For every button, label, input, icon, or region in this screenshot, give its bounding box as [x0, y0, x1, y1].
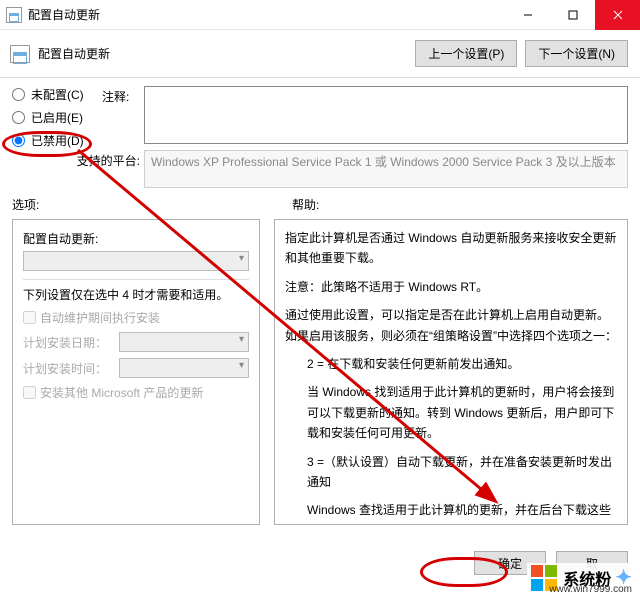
- platform-label: 支持的平台:: [72, 150, 144, 188]
- section-labels: 选项: 帮助:: [0, 192, 640, 213]
- configure-update-select[interactable]: [23, 251, 249, 271]
- options-panel: 配置自动更新: 下列设置仅在选中 4 时才需要和适用。 自动维护期间执行安装 计…: [12, 219, 260, 525]
- help-p4: 2 = 在下载和安装任何更新前发出通知。: [285, 354, 617, 374]
- options-label: 选项:: [12, 196, 272, 213]
- radio-disabled-label: 已禁用(D): [31, 132, 84, 149]
- minimize-button[interactable]: [505, 0, 550, 30]
- radio-not-configured-label: 未配置(C): [31, 86, 84, 103]
- radio-disabled-input[interactable]: [12, 134, 25, 147]
- help-p6: 3 =（默认设置）自动下载更新，并在准备安装更新时发出通知: [285, 452, 617, 493]
- plan-date-select[interactable]: [119, 332, 249, 352]
- maximize-button[interactable]: [550, 0, 595, 30]
- plan-time-label: 计划安装时间：: [23, 360, 113, 377]
- radio-not-configured-input[interactable]: [12, 88, 25, 101]
- radio-enabled-input[interactable]: [12, 111, 25, 124]
- next-setting-button[interactable]: 下一个设置(N): [525, 40, 628, 67]
- policy-icon: [10, 45, 30, 63]
- close-button[interactable]: [595, 0, 640, 30]
- previous-setting-button[interactable]: 上一个设置(P): [415, 40, 517, 67]
- help-p2: 注意：此策略不适用于 Windows RT。: [285, 277, 617, 297]
- watermark-url: www.win7999.com: [549, 584, 632, 595]
- auto-maintenance-label: 自动维护期间执行安装: [40, 309, 160, 326]
- help-p3: 通过使用此设置，可以指定是否在此计算机上启用自动更新。如果启用该服务，则必须在“…: [285, 305, 617, 346]
- help-p5: 当 Windows 找到适用于此计算机的更新时，用户将会接到可以下载更新的通知。…: [285, 382, 617, 443]
- radio-not-configured[interactable]: 未配置(C): [12, 86, 102, 103]
- other-ms-products-label: 安装其他 Microsoft 产品的更新: [40, 384, 203, 401]
- comment-label: 注释:: [102, 86, 144, 144]
- radio-disabled[interactable]: 已禁用(D): [12, 132, 102, 149]
- help-label: 帮助:: [272, 196, 319, 213]
- plan-date-label: 计划安装日期：: [23, 334, 113, 351]
- platform-text: Windows XP Professional Service Pack 1 或…: [144, 150, 628, 188]
- help-p1: 指定此计算机是否通过 Windows 自动更新服务来接收安全更新和其他重要下载。: [285, 228, 617, 269]
- app-icon: [6, 7, 22, 23]
- title-bar: 配置自动更新: [0, 0, 640, 30]
- options-heading: 配置自动更新:: [23, 230, 249, 247]
- page-title: 配置自动更新: [38, 45, 110, 62]
- options-note: 下列设置仅在选中 4 时才需要和适用。: [23, 286, 249, 303]
- help-p7: Windows 查找适用于此计算机的更新，并在后台下载这些更新（在此过程中，用户…: [285, 500, 617, 525]
- radio-enabled-label: 已启用(E): [31, 109, 83, 126]
- other-ms-products-checkbox: [23, 386, 36, 399]
- plan-time-select[interactable]: [119, 358, 249, 378]
- comment-input[interactable]: [144, 86, 628, 144]
- header: 配置自动更新 上一个设置(P) 下一个设置(N): [0, 30, 640, 78]
- window-title: 配置自动更新: [28, 6, 100, 23]
- help-panel: 指定此计算机是否通过 Windows 自动更新服务来接收安全更新和其他重要下载。…: [274, 219, 628, 525]
- config-area: 未配置(C) 已启用(E) 已禁用(D) 注释: 支持的平台: Windows …: [0, 78, 640, 192]
- auto-maintenance-checkbox: [23, 311, 36, 324]
- watermark: 系统粉 ✦ www.win7999.com: [527, 563, 636, 593]
- radio-enabled[interactable]: 已启用(E): [12, 109, 102, 126]
